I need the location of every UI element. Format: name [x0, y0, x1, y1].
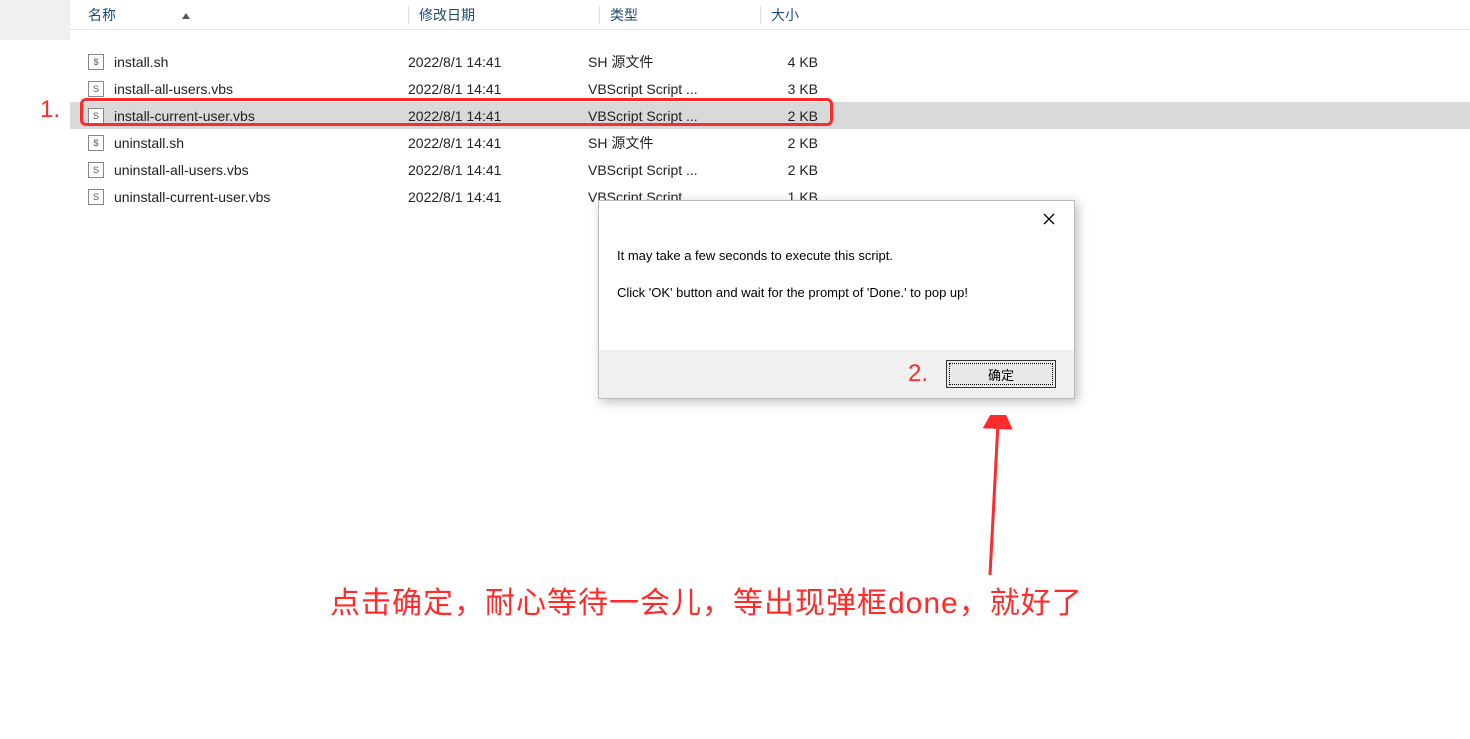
sort-asc-icon [182, 11, 190, 19]
header-separator [760, 6, 761, 24]
header-type[interactable]: 类型 [610, 5, 760, 25]
file-name-label: install-all-users.vbs [114, 81, 233, 97]
file-type-cell: VBScript Script ... [588, 108, 738, 124]
dialog-text-line2: Click 'OK' button and wait for the promp… [617, 285, 1056, 300]
file-size-cell: 2 KB [738, 162, 828, 178]
file-row[interactable]: install.sh 2022/8/1 14:41SH 源文件4 KB [70, 48, 1470, 75]
file-date-cell: 2022/8/1 14:41 [408, 189, 588, 205]
file-size-cell: 2 KB [738, 108, 828, 124]
ok-button[interactable]: 确定 [946, 360, 1056, 388]
file-row[interactable]: uninstall.sh 2022/8/1 14:41SH 源文件2 KB [70, 129, 1470, 156]
file-row[interactable]: install-current-user.vbs 2022/8/1 14:41VB… [70, 102, 1470, 129]
file-date-cell: 2022/8/1 14:41 [408, 162, 588, 178]
vbs-file-icon [88, 162, 104, 178]
file-name-cell: install.sh [88, 54, 408, 70]
file-name-label: install.sh [114, 54, 168, 70]
file-type-cell: SH 源文件 [588, 52, 738, 72]
file-date-cell: 2022/8/1 14:41 [408, 81, 588, 97]
sh-file-icon [88, 135, 104, 151]
file-list: install.sh2022/8/1 14:41SH 源文件4 KBinstal… [70, 30, 1470, 210]
close-button[interactable] [1034, 205, 1064, 233]
close-icon [1043, 213, 1055, 225]
file-name-label: uninstall-current-user.vbs [114, 189, 270, 205]
header-name-label: 名称 [88, 5, 116, 25]
script-confirm-dialog: It may take a few seconds to execute thi… [598, 200, 1075, 399]
dialog-body: It may take a few seconds to execute thi… [599, 236, 1074, 350]
file-date-cell: 2022/8/1 14:41 [408, 135, 588, 151]
file-row[interactable]: install-all-users.vbs 2022/8/1 14:41VBScr… [70, 75, 1470, 102]
annotation-caption: 点击确定，耐心等待一会儿，等出现弹框done，就好了 [330, 578, 1083, 622]
sh-file-icon [88, 54, 104, 70]
file-size-cell: 3 KB [738, 81, 828, 97]
dialog-titlebar [599, 201, 1074, 236]
vbs-file-icon [88, 81, 104, 97]
file-type-cell: SH 源文件 [588, 133, 738, 153]
file-size-cell: 2 KB [738, 135, 828, 151]
dialog-text-line1: It may take a few seconds to execute thi… [617, 248, 1056, 263]
file-name-label: uninstall-all-users.vbs [114, 162, 249, 178]
header-date[interactable]: 修改日期 [419, 5, 599, 25]
sidebar-placeholder [0, 0, 70, 40]
file-name-cell: install-current-user.vbs [88, 108, 408, 124]
file-date-cell: 2022/8/1 14:41 [408, 54, 588, 70]
file-name-label: install-current-user.vbs [114, 108, 255, 124]
file-name-cell: uninstall.sh [88, 135, 408, 151]
header-name[interactable]: 名称 [88, 5, 408, 25]
file-type-cell: VBScript Script ... [588, 162, 738, 178]
file-name-cell: uninstall-all-users.vbs [88, 162, 408, 178]
vbs-file-icon [88, 108, 104, 124]
header-size[interactable]: 大小 [771, 5, 861, 25]
column-headers: 名称 修改日期 类型 大小 [70, 0, 1470, 30]
header-separator [408, 6, 409, 24]
file-name-label: uninstall.sh [114, 135, 184, 151]
annotation-step-2: 2. [908, 360, 928, 388]
file-name-cell: uninstall-current-user.vbs [88, 189, 408, 205]
file-name-cell: install-all-users.vbs [88, 81, 408, 97]
file-type-cell: VBScript Script ... [588, 81, 738, 97]
dialog-footer: 2. 确定 [599, 350, 1074, 398]
file-row[interactable]: uninstall-all-users.vbs 2022/8/1 14:41VBS… [70, 156, 1470, 183]
annotation-step-1: 1. [40, 96, 60, 124]
file-date-cell: 2022/8/1 14:41 [408, 108, 588, 124]
header-separator [599, 6, 600, 24]
file-size-cell: 4 KB [738, 54, 828, 70]
vbs-file-icon [88, 189, 104, 205]
